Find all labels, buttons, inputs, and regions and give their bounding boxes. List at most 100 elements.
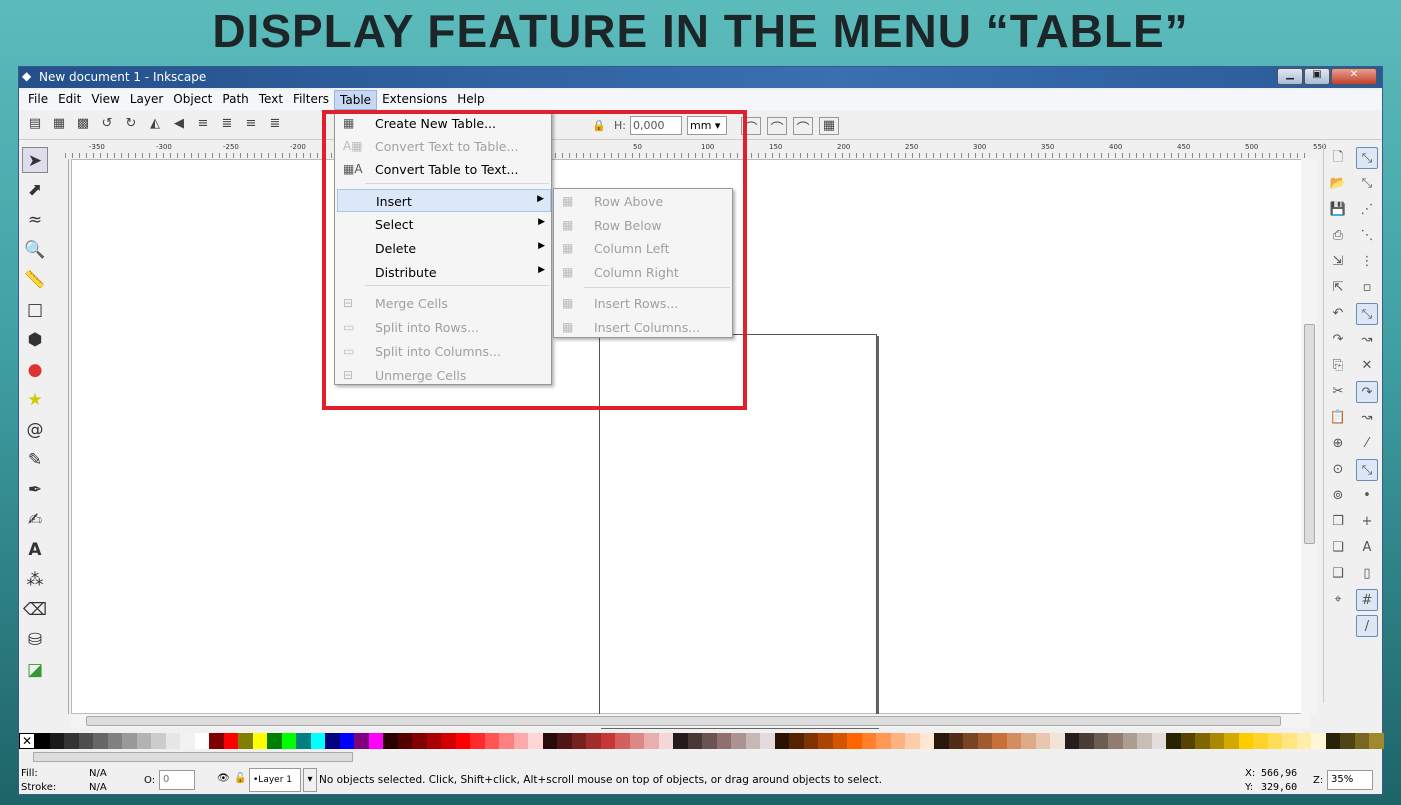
layer-dropdown-button[interactable]: ▾	[303, 768, 317, 792]
snap-others-icon[interactable]: ⤡	[1356, 459, 1378, 481]
color-swatch[interactable]	[818, 733, 833, 749]
menu-view[interactable]: View	[86, 90, 124, 110]
horizontal-scroll-thumb[interactable]	[86, 716, 1281, 726]
color-swatch[interactable]	[1369, 733, 1384, 749]
rectangle-tool-icon[interactable]: □	[22, 297, 48, 323]
color-swatch[interactable]	[194, 733, 209, 749]
color-swatch[interactable]	[1267, 733, 1282, 749]
transform-gradient-icon[interactable]: ⌒	[793, 117, 813, 137]
fill-value[interactable]: N/A	[89, 768, 107, 779]
snap-guide-icon[interactable]: /	[1356, 615, 1378, 637]
color-swatch[interactable]	[919, 733, 934, 749]
menu-object[interactable]: Object	[168, 90, 217, 110]
menu-edit[interactable]: Edit	[53, 90, 86, 110]
flip-vertical-icon[interactable]: ◀	[169, 116, 189, 134]
color-swatch[interactable]	[1282, 733, 1297, 749]
color-swatch[interactable]	[1340, 733, 1355, 749]
calligraphy-tool-icon[interactable]: ✍	[22, 507, 48, 533]
lower-bottom-icon[interactable]: ≡	[193, 116, 213, 134]
zoom-selection-icon[interactable]: ⊕	[1327, 433, 1349, 455]
color-swatch[interactable]	[1006, 733, 1021, 749]
color-swatch[interactable]	[1108, 733, 1123, 749]
unlink-clone-icon[interactable]: ❑	[1327, 563, 1349, 585]
snap-bbox-icon[interactable]: ⤡	[1356, 173, 1378, 195]
color-swatch[interactable]	[209, 733, 224, 749]
close-button[interactable]: ✕	[1331, 68, 1377, 85]
lower-icon[interactable]: ≣	[217, 116, 237, 134]
deselect-icon[interactable]: ▩	[73, 116, 93, 134]
color-swatch[interactable]	[644, 733, 659, 749]
color-swatch[interactable]	[1296, 733, 1311, 749]
ellipse-tool-icon[interactable]: ●	[22, 357, 48, 383]
color-swatch[interactable]	[905, 733, 920, 749]
redo-icon[interactable]: ↷	[1327, 329, 1349, 351]
new-document-icon[interactable]: 🗋	[1327, 147, 1349, 169]
color-swatch[interactable]	[803, 733, 818, 749]
color-swatch[interactable]	[470, 733, 485, 749]
no-paint-swatch[interactable]: ✕	[19, 733, 35, 749]
color-swatch[interactable]	[252, 733, 267, 749]
3d-box-tool-icon[interactable]: ⬢	[22, 327, 48, 353]
duplicate-icon[interactable]: ❐	[1327, 511, 1349, 533]
snap-midpoints-icon[interactable]: ⁄	[1356, 433, 1378, 455]
color-swatch[interactable]	[499, 733, 514, 749]
maximize-button[interactable]: ▣	[1304, 68, 1330, 85]
color-swatch[interactable]	[513, 733, 528, 749]
text-tool-icon[interactable]: A	[22, 537, 48, 563]
color-swatch[interactable]	[1238, 733, 1253, 749]
snap-smooth-icon[interactable]: ↝	[1356, 407, 1378, 429]
color-swatch[interactable]	[1151, 733, 1166, 749]
color-swatch[interactable]	[716, 733, 731, 749]
color-swatch[interactable]	[238, 733, 253, 749]
color-swatch[interactable]	[702, 733, 717, 749]
stroke-value[interactable]: N/A	[89, 782, 107, 793]
snap-intersections-icon[interactable]: ✕	[1356, 355, 1378, 377]
color-swatch[interactable]	[223, 733, 238, 749]
undo-icon[interactable]: ↶	[1327, 303, 1349, 325]
color-swatch[interactable]	[339, 733, 354, 749]
visibility-icon[interactable]: 👁	[217, 773, 230, 784]
clone-icon[interactable]: ❏	[1327, 537, 1349, 559]
select-all-layers-icon[interactable]: ▦	[49, 116, 69, 134]
color-swatch[interactable]	[354, 733, 369, 749]
color-swatch[interactable]	[1325, 733, 1340, 749]
color-swatch[interactable]	[310, 733, 325, 749]
color-swatch[interactable]	[64, 733, 79, 749]
color-swatch[interactable]	[789, 733, 804, 749]
raise-icon[interactable]: ≡	[241, 116, 261, 134]
color-swatch[interactable]	[484, 733, 499, 749]
zoom-page-icon[interactable]: ⊚	[1327, 485, 1349, 507]
snap-enable-icon[interactable]: ⤡	[1356, 147, 1378, 169]
color-swatch[interactable]	[35, 733, 50, 749]
color-swatch[interactable]	[731, 733, 746, 749]
zoom-tool-icon[interactable]: 🔍	[22, 237, 48, 263]
color-swatch[interactable]	[1122, 733, 1137, 749]
save-icon[interactable]: 💾	[1327, 199, 1349, 221]
color-swatch[interactable]	[412, 733, 427, 749]
menu-file[interactable]: File	[23, 90, 53, 110]
color-swatch[interactable]	[1079, 733, 1094, 749]
menu-help[interactable]: Help	[452, 90, 489, 110]
opacity-input[interactable]: 0	[159, 770, 195, 790]
spray-tool-icon[interactable]: ⁂	[22, 567, 48, 593]
color-swatch[interactable]	[992, 733, 1007, 749]
snap-bbox-edge-icon[interactable]: ⋰	[1356, 199, 1378, 221]
copy-icon[interactable]: ⎘	[1327, 355, 1349, 377]
color-swatch[interactable]	[397, 733, 412, 749]
snap-nodes-icon[interactable]: ⤡	[1356, 303, 1378, 325]
pencil-tool-icon[interactable]: ✎	[22, 447, 48, 473]
eraser-tool-icon[interactable]: ⌫	[22, 597, 48, 623]
color-swatch[interactable]	[49, 733, 64, 749]
color-swatch[interactable]	[832, 733, 847, 749]
color-swatch[interactable]	[455, 733, 470, 749]
snap-cusp-icon[interactable]: ↷	[1356, 381, 1378, 403]
color-swatch[interactable]	[78, 733, 93, 749]
menu-layer[interactable]: Layer	[125, 90, 168, 110]
color-swatch[interactable]	[1166, 733, 1181, 749]
color-swatch[interactable]	[673, 733, 688, 749]
color-swatch[interactable]	[571, 733, 586, 749]
color-swatch[interactable]	[1195, 733, 1210, 749]
color-swatch[interactable]	[383, 733, 398, 749]
color-swatch[interactable]	[629, 733, 644, 749]
rotate-ccw-icon[interactable]: ↺	[97, 116, 117, 134]
